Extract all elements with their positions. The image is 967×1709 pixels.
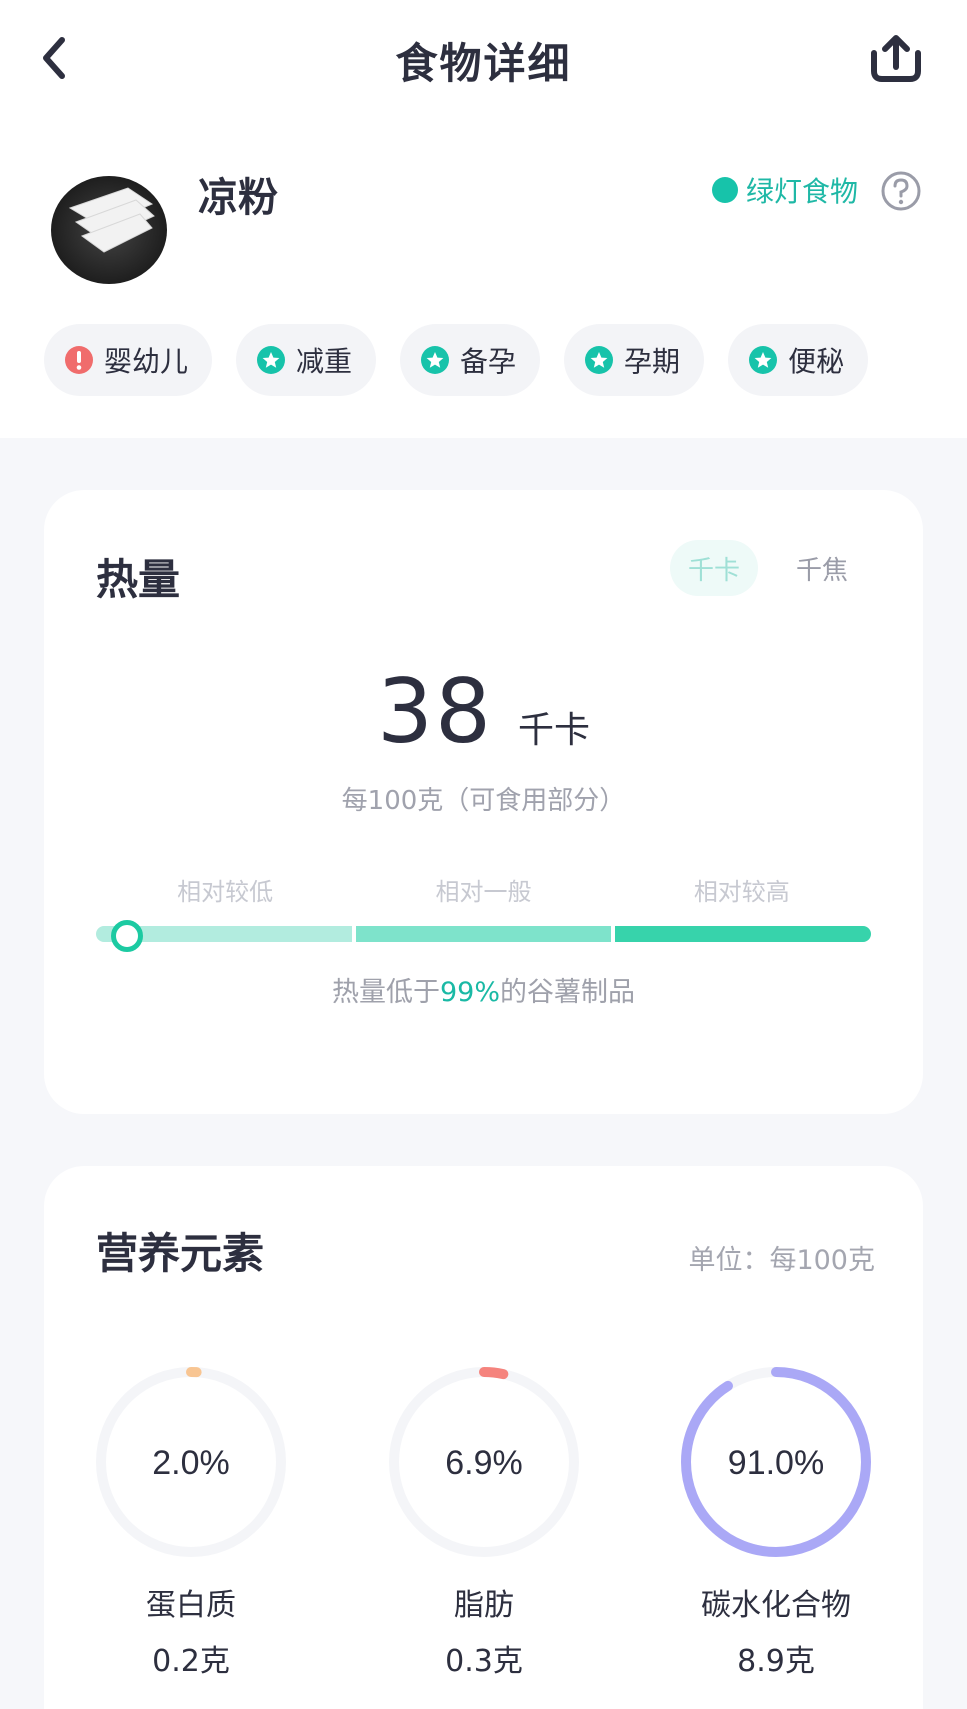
tag-pre-pregnancy[interactable]: 备孕: [400, 324, 541, 396]
tag-label: 备孕: [460, 345, 517, 378]
protein-ring: 2.0%: [96, 1367, 286, 1557]
food-name: 凉粉: [198, 175, 278, 221]
nutrient-protein: 2.0% 蛋白质 0.2克: [71, 1362, 311, 1680]
nutrients-unit-note: 单位：每100克: [688, 1245, 875, 1276]
compare-suffix: 的谷薯制品: [500, 977, 635, 1008]
help-icon[interactable]: [880, 170, 922, 212]
energy-level-bar: [96, 926, 872, 942]
level-low-label: 相对较低: [177, 878, 274, 906]
star-badge-icon: [585, 346, 614, 374]
compare-percent: 99%: [439, 977, 500, 1008]
carbs-amount: 8.9克: [737, 1644, 815, 1679]
energy-per-note: 每100克（可食用部分）: [341, 786, 626, 816]
energy-compare-text: 热量低于99%的谷薯制品: [44, 970, 923, 1009]
level-high-segment: [615, 926, 872, 942]
nutrient-rings: 2.0% 蛋白质 0.2克 6.9% 脂肪 0.3克 91.0% 碳水化合物 8…: [44, 1362, 923, 1682]
tag-list: 婴幼儿 减重 备孕 孕期 便秘: [44, 324, 869, 396]
nutrient-carbs: 91.0% 碳水化合物 8.9克: [656, 1362, 896, 1680]
carbs-ring: 91.0%: [681, 1367, 871, 1557]
level-mid-segment: [355, 926, 612, 942]
green-light-badge: 绿灯食物: [712, 170, 858, 210]
tag-weight-loss[interactable]: 减重: [236, 324, 377, 396]
energy-unit-toggle: 千卡 千焦: [670, 540, 866, 596]
tag-label: 婴幼儿: [104, 345, 189, 378]
warning-icon: [65, 346, 93, 374]
energy-card: 热量 千卡 千焦 38 千卡 每100克（可食用部分） 相对较低 相对一般 相对…: [44, 490, 923, 1114]
tag-label: 孕期: [624, 345, 681, 378]
unit-kj-button[interactable]: 千焦: [778, 540, 866, 596]
light-label: 绿灯食物: [746, 175, 859, 208]
share-button[interactable]: [866, 28, 926, 88]
food-header: 凉粉 绿灯食物 婴幼儿 减重 备孕 孕期 便秘: [0, 120, 967, 440]
share-icon: [871, 35, 921, 82]
fat-ring: 6.9%: [389, 1367, 579, 1557]
tag-label: 减重: [296, 345, 353, 378]
protein-amount: 0.2克: [152, 1644, 230, 1679]
tag-label: 便秘: [788, 345, 845, 378]
fat-label: 脂肪: [454, 1588, 514, 1623]
green-dot-icon: [712, 177, 738, 203]
level-high-label: 相对较高: [693, 878, 790, 906]
star-badge-icon: [749, 346, 778, 374]
protein-label: 蛋白质: [146, 1588, 236, 1623]
energy-level-labels: 相对较低 相对一般 相对较高: [96, 872, 871, 907]
tag-constipation[interactable]: 便秘: [728, 324, 869, 396]
nutrients-card: 营养元素 单位：每100克 2.0% 蛋白质 0.2克 6.9% 脂肪 0.3克: [44, 1166, 923, 1709]
carbs-label: 碳水化合物: [701, 1588, 851, 1623]
compare-prefix: 热量低于: [331, 977, 440, 1008]
tag-infant[interactable]: 婴幼儿: [44, 324, 213, 396]
fat-amount: 0.3克: [445, 1644, 523, 1679]
energy-value: 38: [376, 660, 493, 763]
protein-percent: 2.0%: [152, 1444, 230, 1482]
nutrients-title: 营养元素: [96, 1229, 265, 1278]
unit-kcal-button[interactable]: 千卡: [670, 540, 759, 596]
carbs-percent: 91.0%: [728, 1444, 824, 1482]
energy-value-row: 38 千卡: [44, 660, 923, 763]
star-badge-icon: [421, 346, 450, 374]
level-mid-label: 相对一般: [435, 878, 532, 906]
page-title: 食物详细: [395, 39, 572, 88]
star-badge-icon: [257, 346, 286, 374]
energy-value-unit: 千卡: [518, 710, 591, 751]
energy-title: 热量: [96, 555, 181, 604]
energy-level-marker: [111, 920, 144, 952]
nav-bar: 食物详细: [0, 0, 967, 120]
fat-percent: 6.9%: [445, 1444, 523, 1482]
tag-pregnancy[interactable]: 孕期: [564, 324, 705, 396]
nutrient-fat: 6.9% 脂肪 0.3克: [364, 1362, 604, 1680]
food-image: [51, 176, 167, 284]
